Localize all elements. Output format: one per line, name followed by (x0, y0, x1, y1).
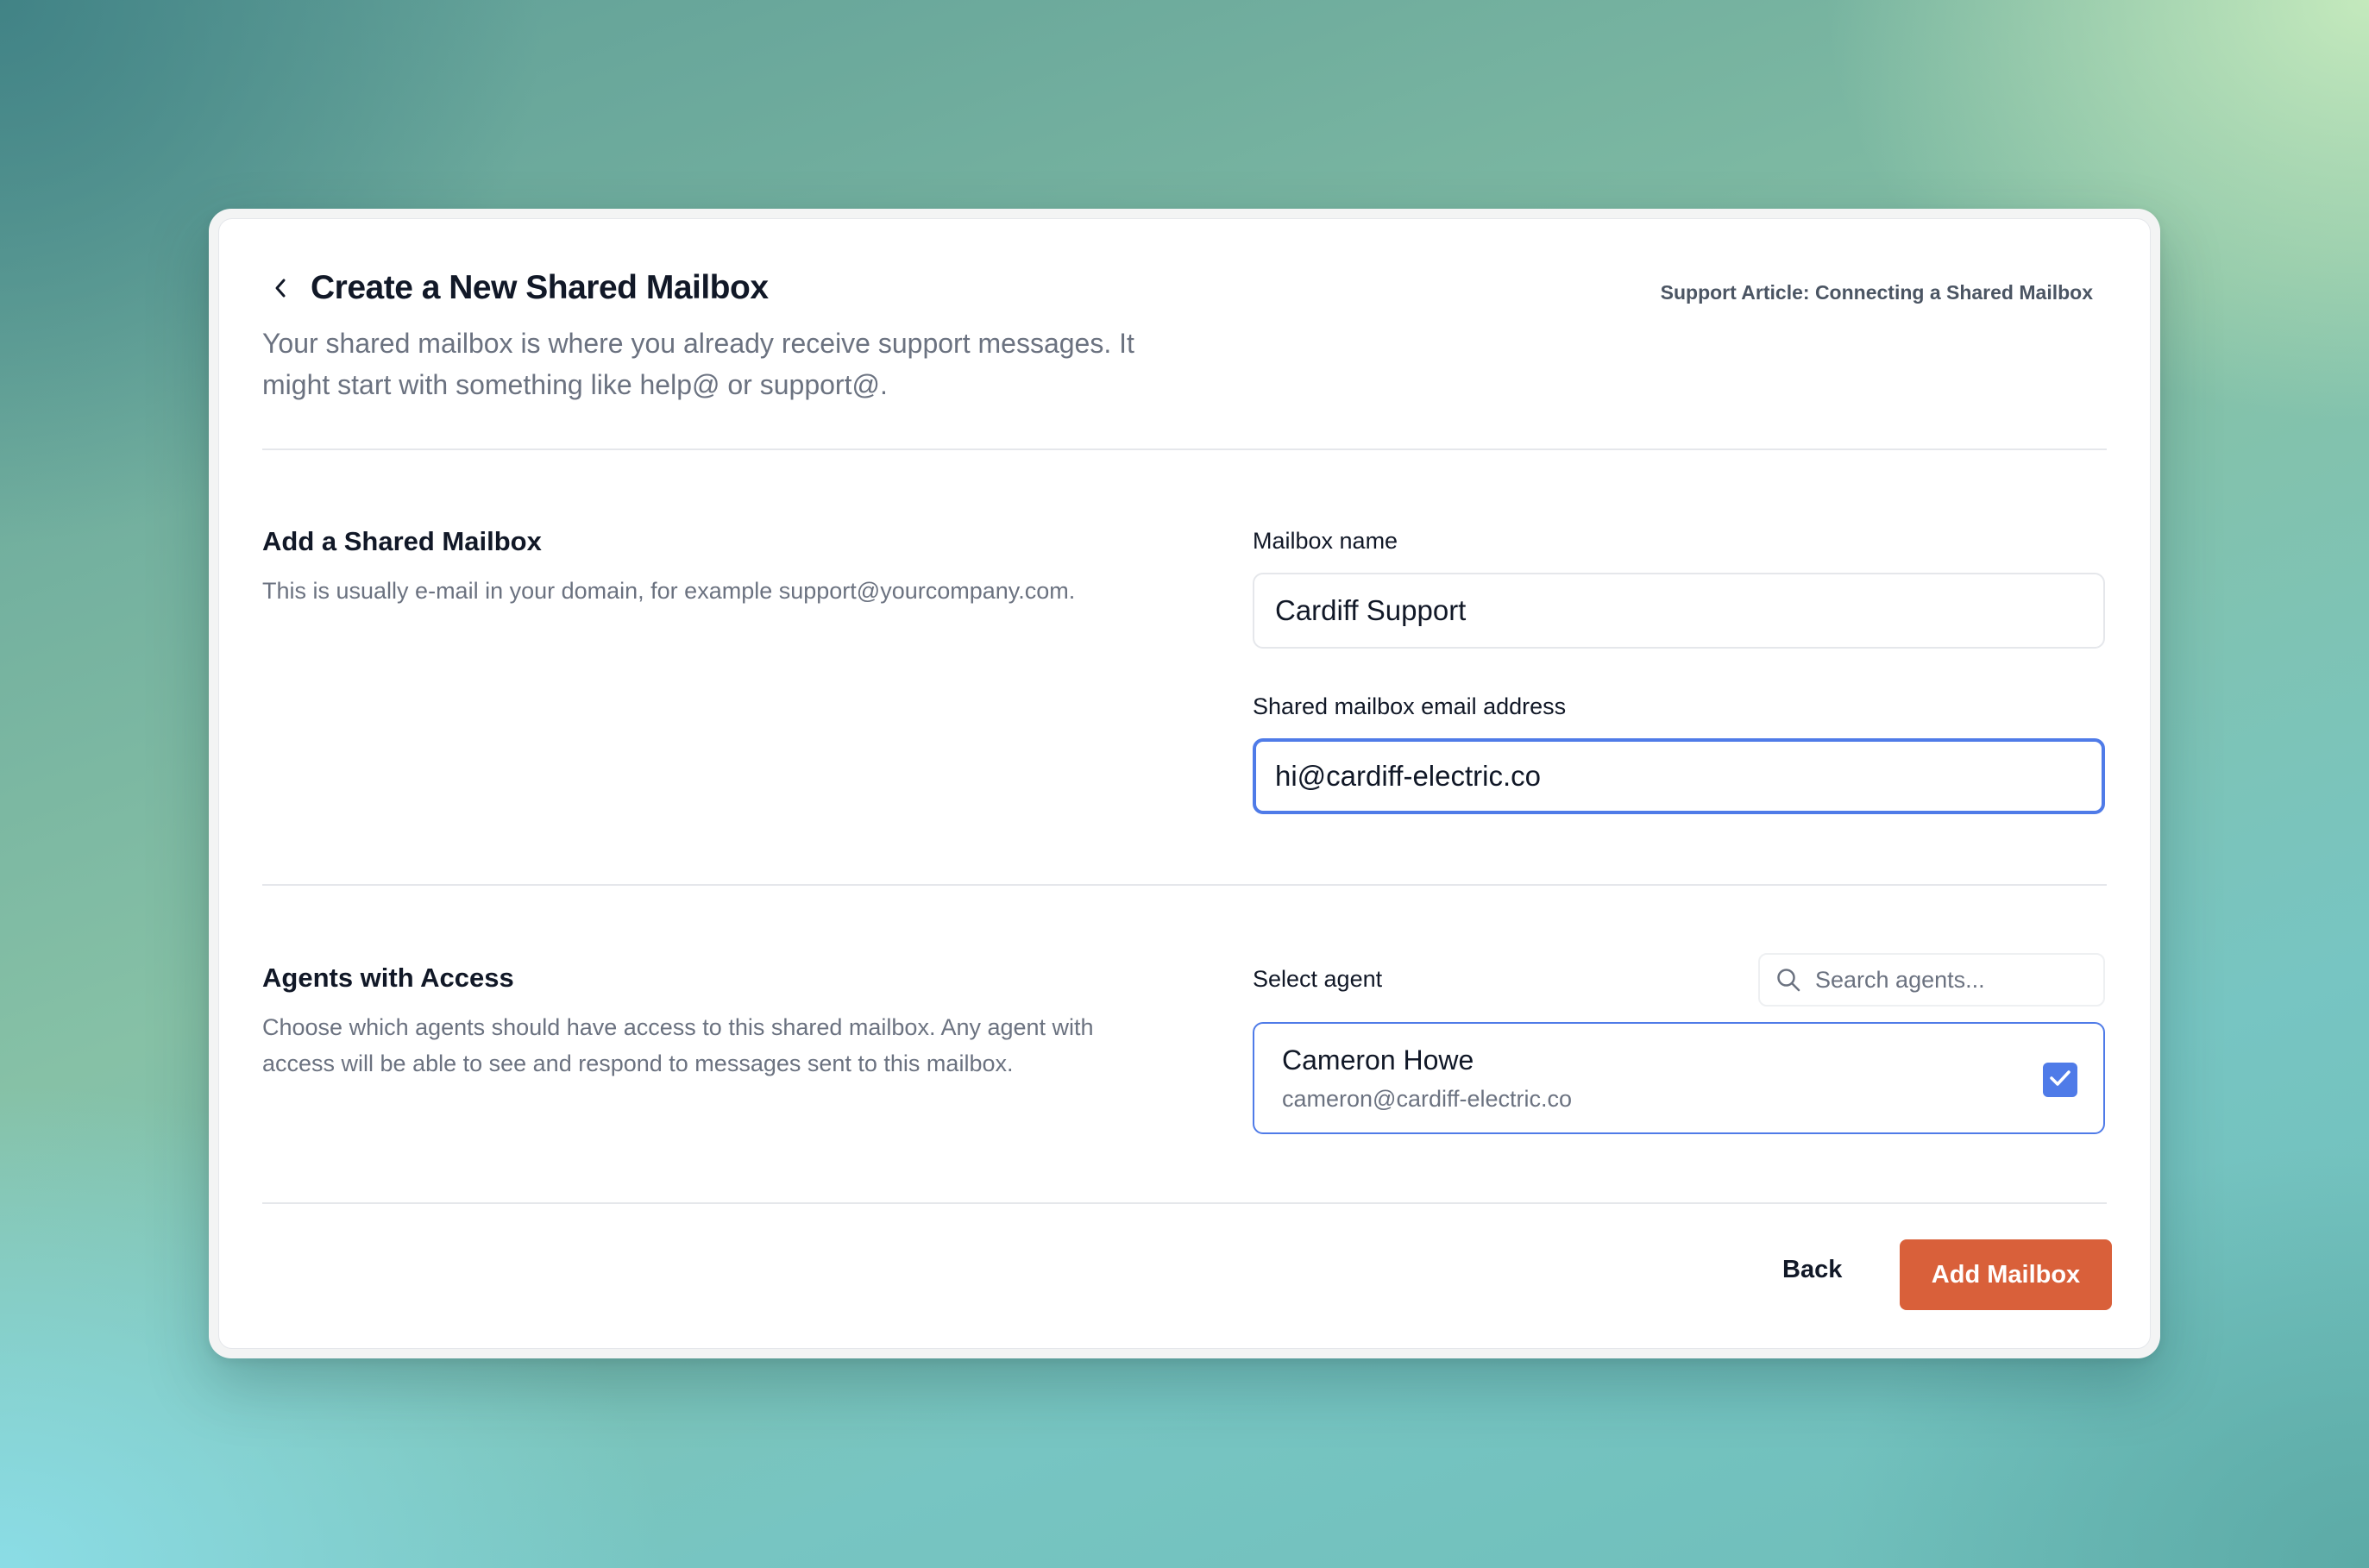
chevron-left-icon[interactable] (266, 271, 295, 305)
agent-checkbox[interactable] (2043, 1063, 2077, 1097)
checkmark-icon (2049, 1069, 2071, 1092)
divider (262, 884, 2107, 886)
agents-section-title: Agents with Access (262, 963, 514, 993)
email-address-label: Shared mailbox email address (1253, 693, 1567, 719)
divider (262, 448, 2107, 450)
page-title: Create a New Shared Mailbox (311, 269, 769, 306)
search-icon (1775, 967, 1801, 993)
select-agent-label: Select agent (1253, 966, 1383, 992)
add-mailbox-button[interactable]: Add Mailbox (1900, 1239, 2112, 1310)
search-placeholder: Search agents... (1815, 966, 1985, 993)
dialog-frame: Create a New Shared Mailbox Support Arti… (209, 209, 2160, 1358)
agents-section-description: Choose which agents should have access t… (262, 1014, 1094, 1076)
mailbox-section-title: Add a Shared Mailbox (262, 526, 542, 556)
search-agents-input[interactable]: Search agents... (1758, 953, 2105, 1007)
mailbox-name-input[interactable]: Cardiff Support (1253, 573, 2105, 649)
page-header: Create a New Shared Mailbox Support Arti… (262, 269, 2107, 405)
agent-email: cameron@cardiff-electric.co (1282, 1086, 1573, 1112)
agent-name: Cameron Howe (1282, 1044, 1474, 1076)
mailbox-name-label: Mailbox name (1253, 528, 1398, 554)
create-mailbox-card: Create a New Shared Mailbox Support Arti… (218, 218, 2151, 1349)
mailbox-section-description: This is usually e-mail in your domain, f… (262, 578, 1076, 604)
support-article-link[interactable]: Support Article: Connecting a Shared Mai… (1661, 281, 2093, 304)
email-address-input[interactable]: hi@cardiff-electric.co (1253, 738, 2105, 814)
email-address-value: hi@cardiff-electric.co (1275, 760, 1541, 792)
mailbox-name-value: Cardiff Support (1275, 594, 1467, 626)
page-subtitle: Your shared mailbox is where you already… (262, 328, 1134, 400)
divider (262, 1202, 2107, 1204)
agent-option[interactable]: Cameron Howe cameron@cardiff-electric.co (1253, 1022, 2105, 1134)
back-button[interactable]: Back (1770, 1245, 1854, 1295)
